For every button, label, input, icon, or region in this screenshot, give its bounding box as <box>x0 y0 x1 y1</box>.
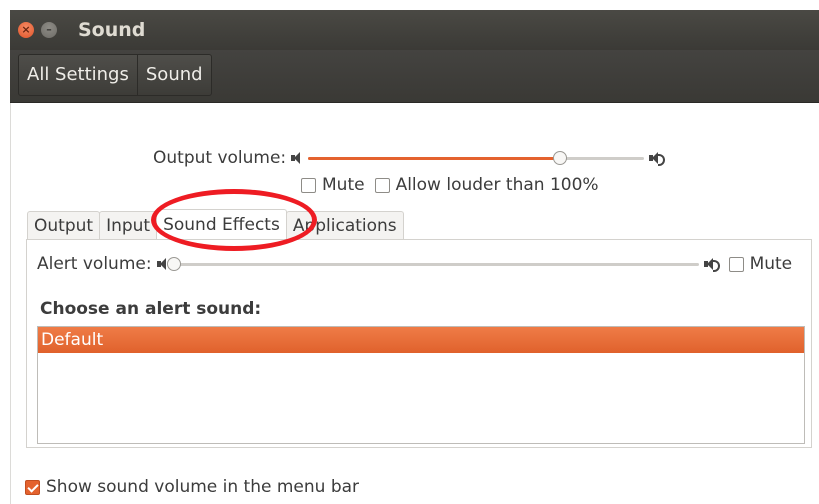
minimize-button[interactable]: – <box>41 22 57 38</box>
choose-alert-heading: Choose an alert sound: <box>40 299 262 319</box>
sound-tabs: Output Input Sound Effects Applications <box>27 209 404 240</box>
window-title: Sound <box>78 19 146 41</box>
alert-mute-checkbox[interactable] <box>728 256 744 272</box>
toolbar: All Settings Sound <box>10 50 819 103</box>
tab-output[interactable]: Output <box>27 211 101 240</box>
breadcrumb-sound[interactable]: Sound <box>138 55 211 95</box>
close-icon: × <box>21 23 31 36</box>
tab-input[interactable]: Input <box>99 211 158 240</box>
title-bar: × – Sound <box>10 10 819 50</box>
allow-louder-label: Allow louder than 100% <box>395 175 599 195</box>
output-options-row: Mute Allow louder than 100% <box>301 175 599 195</box>
alert-volume-label: Alert volume: <box>37 254 152 274</box>
settings-content: Output volume: Mute Allow louder than 10… <box>10 103 819 504</box>
volume-low-icon <box>290 151 304 165</box>
sound-effects-panel: Alert volume: Mute Choose an alert sound… <box>26 239 812 448</box>
alert-volume-high-icon <box>703 257 720 272</box>
alert-volume-knob[interactable] <box>166 257 181 271</box>
show-volume-row: Show sound volume in the menu bar <box>25 477 359 497</box>
output-volume-knob[interactable] <box>553 151 568 165</box>
allow-louder-checkbox[interactable] <box>374 177 390 193</box>
output-volume-slider[interactable] <box>308 146 645 170</box>
output-volume-row: Output volume: <box>153 146 666 170</box>
alert-sound-item-default[interactable]: Default <box>38 327 804 353</box>
close-button[interactable]: × <box>18 22 34 38</box>
show-volume-label: Show sound volume in the menu bar <box>46 477 360 497</box>
show-volume-checkbox[interactable] <box>25 479 40 495</box>
volume-high-icon <box>648 151 666 166</box>
output-mute-checkbox[interactable] <box>301 177 316 193</box>
output-volume-fill <box>308 157 561 160</box>
output-mute-label: Mute <box>322 175 365 195</box>
breadcrumb: All Settings Sound <box>18 54 212 96</box>
output-volume-label: Output volume: <box>153 148 287 168</box>
alert-mute-label: Mute <box>749 254 793 274</box>
breadcrumb-all-settings[interactable]: All Settings <box>19 55 138 95</box>
tab-sound-effects[interactable]: Sound Effects <box>156 209 287 240</box>
minimize-icon: – <box>46 23 52 36</box>
tab-applications[interactable]: Applications <box>285 211 404 240</box>
alert-volume-slider[interactable] <box>166 252 699 276</box>
alert-volume-row: Alert volume: Mute <box>37 252 792 276</box>
alert-sound-list[interactable]: Default <box>37 326 805 444</box>
